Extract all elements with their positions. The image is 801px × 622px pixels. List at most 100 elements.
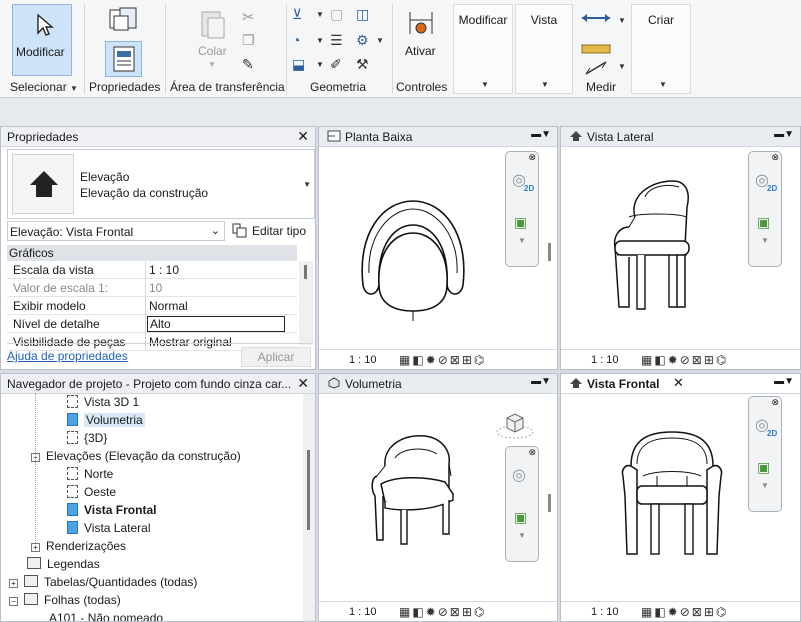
copy-icon[interactable]: ❐	[242, 32, 255, 49]
tree-item-renderizacoes[interactable]: + Renderizações	[31, 537, 126, 555]
view-scale[interactable]: 1 : 10	[349, 606, 377, 618]
viewport-menu-icon[interactable]: ▬▼	[531, 129, 551, 140]
property-value[interactable]: Normal	[149, 299, 188, 313]
measure-icon[interactable]	[580, 10, 612, 26]
cut-icon[interactable]: ✂	[242, 8, 255, 26]
property-row[interactable]: Nível de detalhe Alto	[7, 315, 297, 333]
close-icon[interactable]: ⊗	[771, 152, 779, 163]
viewport-scrollbar[interactable]	[548, 494, 551, 512]
zoom-icon[interactable]: ▣	[757, 214, 770, 231]
demolish-icon[interactable]: ⬓	[292, 56, 305, 73]
property-value[interactable]: Alto	[147, 316, 285, 332]
apply-button[interactable]: Aplicar	[241, 347, 311, 367]
tree-item-a101[interactable]: A101 - Não nomeado	[49, 609, 163, 621]
tree-item-vista3d1[interactable]: Vista 3D 1	[67, 393, 139, 411]
close-icon[interactable]: ✕	[297, 375, 309, 392]
properties-help-link[interactable]: Ajuda de propriedades	[7, 349, 128, 363]
view-scale[interactable]: 1 : 10	[349, 354, 377, 366]
type-properties-icon[interactable]	[108, 6, 140, 34]
tree-item-tabelas[interactable]: + Tabelas/Quantidades (todas)	[9, 573, 197, 591]
steering-wheel-icon[interactable]: ◎	[512, 465, 526, 485]
tree-item-vista-frontal[interactable]: Vista Frontal	[67, 501, 156, 519]
apply-label: Aplicar	[257, 350, 295, 364]
property-row[interactable]: Exibir modelo Normal	[7, 297, 297, 315]
property-value[interactable]: Mostrar original	[149, 335, 232, 349]
viewport-menu-icon[interactable]: ▬▼	[774, 376, 794, 387]
view-control-icons[interactable]: ▦◧✹⊘⊠⊞⌬	[399, 353, 486, 367]
edit-type-button[interactable]: Editar tipo	[230, 221, 312, 241]
close-icon[interactable]: ⊗	[528, 152, 536, 163]
modificar-panel[interactable]: Modificar ▼	[453, 4, 513, 94]
navigation-bar[interactable]: ⊗ ◎ 2D ▣ ▼	[505, 151, 539, 267]
join-icon[interactable]: ◔	[292, 32, 300, 48]
viewport-tab[interactable]: Volumetria ▬▼	[319, 374, 557, 394]
viewport-planta-baixa[interactable]: Planta Baixa ▬▼ ⊗ ◎ 2D ▣ ▼ 1 : 10 ▦◧✹⊘⊠⊞…	[318, 126, 558, 370]
properties-scrollbar[interactable]	[299, 261, 313, 345]
viewport-tab[interactable]: Planta Baixa ▬▼	[319, 127, 557, 147]
viewport-tab-active[interactable]: Vista Frontal ✕ ▬▼	[561, 374, 800, 394]
tree-item-legendas[interactable]: Legendas	[27, 555, 100, 573]
close-icon[interactable]: ⊗	[771, 397, 779, 408]
zoom-icon[interactable]: ▣	[514, 509, 527, 526]
geometry-tools[interactable]: ⊻ ▼ ▢ ◫ ◔ ▼ ☰ ⚙ ▼ ⬓ ▼ ✐ ⚒	[292, 6, 388, 76]
split-face-icon[interactable]: ☰	[330, 32, 343, 49]
chevron-down-icon[interactable]: ▼	[303, 180, 311, 189]
edit-profile-icon[interactable]: ✐	[330, 56, 342, 73]
modificar-button[interactable]: Modificar	[12, 4, 72, 76]
view-scale[interactable]: 1 : 10	[591, 354, 619, 366]
property-value[interactable]: 10	[149, 281, 162, 295]
activate-icon[interactable]	[406, 8, 436, 38]
viewcube-icon[interactable]	[495, 408, 535, 442]
zoom-icon[interactable]: ▣	[757, 459, 770, 476]
ruler-icon[interactable]	[580, 42, 612, 56]
viewport-scrollbar[interactable]	[548, 243, 551, 261]
cope-icon[interactable]: ⊻	[292, 6, 302, 23]
paint-icon[interactable]: ⚙	[356, 32, 369, 49]
type-selector[interactable]: Elevação Elevação da construção ▼	[7, 149, 315, 219]
section-graficos[interactable]: Gráficos	[7, 245, 297, 261]
hammer-icon[interactable]: ⚒	[356, 56, 369, 73]
paste-icon[interactable]	[198, 8, 228, 40]
view-control-icons[interactable]: ▦◧✹⊘⊠⊞⌬	[641, 605, 728, 619]
tree-item-norte[interactable]: Norte	[67, 465, 113, 483]
expand-icon[interactable]: +	[9, 579, 18, 588]
view-control-icons[interactable]: ▦◧✹⊘⊠⊞⌬	[399, 605, 486, 619]
browser-scrollbar[interactable]	[303, 394, 315, 621]
selecionar-dropdown[interactable]: Selecionar ▼	[10, 80, 78, 94]
zoom-icon[interactable]: ▣	[514, 214, 527, 231]
property-row[interactable]: Escala da vista 1 : 10	[7, 261, 297, 279]
viewport-volumetria[interactable]: Volumetria ▬▼ ⊗ ◎ ▣ ▼ 1 : 10 ▦◧✹⊘⊠⊞⌬	[318, 373, 558, 622]
expand-icon[interactable]: +	[31, 543, 40, 552]
sheet-icon	[24, 593, 38, 605]
navigation-bar[interactable]: ⊗ ◎ ▣ ▼	[505, 446, 539, 562]
collapse-icon[interactable]: −	[9, 597, 18, 606]
viewport-vista-lateral[interactable]: Vista Lateral ▬▼ ⊗ ◎ 2D ▣ ▼ 1 : 10 ▦◧✹⊘⊠…	[560, 126, 801, 370]
wall-joins-icon[interactable]: ◫	[356, 6, 369, 23]
tree-item-folhas[interactable]: − Folhas (todas)	[9, 591, 121, 609]
tree-item-vista-lateral[interactable]: Vista Lateral	[67, 519, 151, 537]
viewport-tab[interactable]: Vista Lateral ▬▼	[561, 127, 800, 147]
property-value[interactable]: 1 : 10	[149, 263, 179, 277]
close-icon[interactable]: ⊗	[528, 447, 536, 458]
vista-panel[interactable]: Vista ▼	[515, 4, 573, 94]
view-control-icons[interactable]: ▦◧✹⊘⊠⊞⌬	[641, 353, 728, 367]
property-row[interactable]: Valor de escala 1: 10	[7, 279, 297, 297]
properties-button[interactable]	[105, 41, 142, 77]
view-scale[interactable]: 1 : 10	[591, 606, 619, 618]
close-tab-icon[interactable]: ✕	[673, 375, 684, 391]
instance-filter-select[interactable]: Elevação: Vista Frontal ⌄	[7, 221, 225, 241]
tree-item-volumetria[interactable]: Volumetria	[67, 411, 145, 429]
tree-item-elevacoes[interactable]: − Elevações (Elevação da construção)	[31, 447, 241, 465]
criar-panel[interactable]: Criar ▼	[631, 4, 691, 94]
tree-item-3d[interactable]: {3D}	[67, 429, 107, 447]
viewport-menu-icon[interactable]: ▬▼	[531, 376, 551, 387]
viewport-menu-icon[interactable]: ▬▼	[774, 129, 794, 140]
dimension-icon[interactable]	[582, 58, 610, 78]
navigation-bar[interactable]: ⊗ ◎ 2D ▣ ▼	[748, 396, 782, 512]
close-icon[interactable]: ✕	[297, 128, 309, 145]
tree-item-oeste[interactable]: Oeste	[67, 483, 116, 501]
navigation-bar[interactable]: ⊗ ◎ 2D ▣ ▼	[748, 151, 782, 267]
viewport-vista-frontal[interactable]: Vista Frontal ✕ ▬▼ ⊗ ◎ 2D ▣ ▼ 1 : 10 ▦◧✹…	[560, 373, 801, 622]
cut-geometry-icon[interactable]: ▢	[330, 6, 343, 23]
match-properties-icon[interactable]: ✎	[242, 56, 254, 73]
